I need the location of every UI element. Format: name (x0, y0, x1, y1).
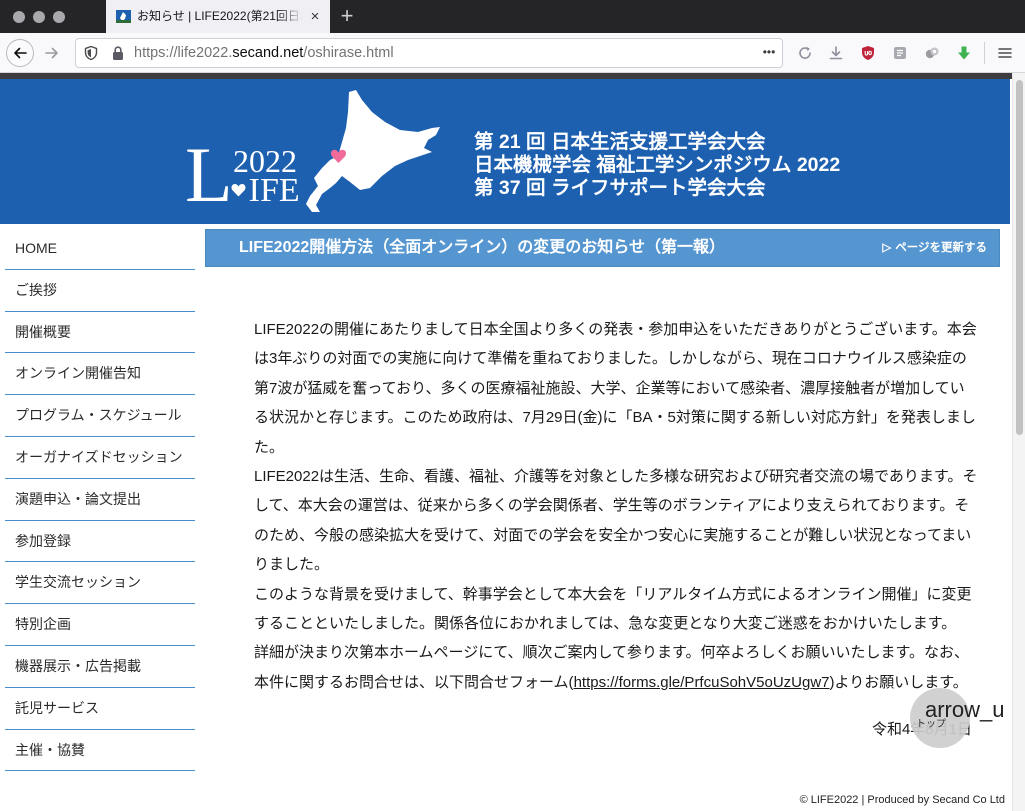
url-domain: secand.net (232, 45, 304, 61)
window-minimize-button[interactable] (33, 11, 45, 23)
conference-title-line: 第 21 回 日本生活支援工学会大会 (474, 131, 766, 153)
sidebar-item-exhibition[interactable]: 機器展示・広告掲載 (5, 646, 195, 688)
download-icon[interactable] (828, 45, 844, 61)
forward-icon[interactable] (44, 45, 60, 61)
triangle-right-icon: ▷ (882, 242, 892, 254)
sidebar-item-organized-sessions[interactable]: オーガナイズドセッション (5, 437, 195, 479)
active-tab[interactable]: お知らせ | LIFE2022(第21回日本 × (106, 0, 330, 33)
logo-heart-icon (231, 184, 246, 197)
site-favicon-icon (116, 10, 131, 23)
window-zoom-button[interactable] (53, 11, 65, 23)
page-viewport: 2022 LIFE 第 21 回 日本生活支援工学会大会 日本機械学会 福祉工学… (0, 73, 1012, 811)
sidebar-item-online-notice[interactable]: オンライン開催告知 (5, 353, 195, 396)
sidebar-item-program[interactable]: プログラム・スケジュール (5, 395, 195, 437)
page-actions-button[interactable]: ••• (757, 39, 781, 67)
sidebar-item-childcare[interactable]: 託児サービス (5, 688, 195, 730)
back-to-top-label: トップ (916, 719, 946, 730)
notice-paragraph: このような背景を受けまして、幹事学会として本大会を「リアルタイム方式によるオンラ… (254, 585, 972, 633)
new-tab-button[interactable]: + (337, 0, 357, 33)
notice-paragraph: LIFE2022は生活、生命、看護、福祉、介護等を対象とした多様な研究および研究… (254, 468, 978, 574)
url-bar[interactable]: https://life2022.secand.net/oshirase.htm… (75, 38, 783, 68)
notice-date: 令和4年8月1日 (254, 715, 978, 744)
tracking-shield-icon[interactable] (83, 45, 99, 61)
sidebar-item-submission[interactable]: 演題申込・論文提出 (5, 479, 195, 521)
lock-icon[interactable] (110, 45, 126, 61)
notice-body: LIFE2022の開催にあたりまして日本全国より多くの発表・参加申込をいただきあ… (254, 315, 978, 745)
scrollbar-thumb[interactable] (1016, 80, 1023, 435)
reader-info-icon[interactable] (892, 45, 908, 61)
sidebar-item-special-events[interactable]: 特別企画 (5, 604, 195, 646)
tab-title: お知らせ | LIFE2022(第21回日本 (137, 9, 303, 23)
notice-title-bar: LIFE2022開催方法（全面オンライン）の変更のお知らせ（第一報） ▷ ページを… (205, 229, 1000, 267)
inquiry-form-link[interactable]: https://forms.gle/PrfcuSohV5oUzUgw7 (574, 674, 830, 691)
reload-icon[interactable] (797, 45, 813, 61)
notice-paragraph: LIFE2022の開催にあたりまして日本全国より多くの発表・参加申込をいただきあ… (254, 321, 977, 456)
toolbar-separator (984, 42, 985, 64)
back-icon (14, 47, 27, 59)
conference-title-line: 第 37 回 ライフサポート学会大会 (474, 177, 766, 199)
browser-nav-bar: https://life2022.secand.net/oshirase.htm… (0, 33, 1025, 73)
refresh-page-label: ページを更新する (895, 242, 987, 254)
sidebar-item-home[interactable]: HOME (5, 228, 195, 270)
back-to-top-button[interactable]: arrow_u トップ (910, 688, 1010, 750)
conference-titles: 第 21 回 日本生活支援工学会大会 日本機械学会 福祉工学シンポジウム 202… (474, 131, 894, 200)
notice-paragraph: 詳細が決まり次第本ホームページにて、順次ご案内して参ります。何卒よろしくお願いい… (254, 638, 978, 697)
conference-title-line: 日本機械学会 福祉工学シンポジウム 2022 (474, 154, 841, 176)
sidebar-item-sponsors[interactable]: 主催・協賛 (5, 730, 195, 772)
menu-icon[interactable] (997, 45, 1013, 61)
sidebar-item-overview[interactable]: 開催概要 (5, 312, 195, 354)
hokkaido-map-icon (306, 90, 440, 212)
ublock-icon[interactable] (860, 45, 876, 61)
tab-close-icon[interactable]: × (307, 0, 323, 33)
sidebar-nav: HOME ご挨拶 開催概要 オンライン開催告知 プログラム・スケジュール オーガ… (5, 228, 195, 772)
refresh-page-link[interactable]: ▷ ページを更新する (882, 230, 987, 266)
url-text[interactable]: https://life2022.secand.net/oshirase.htm… (134, 39, 394, 67)
sidebar-item-registration[interactable]: 参加登録 (5, 521, 195, 563)
footer-copyright: © LIFE2022 | Produced by Secand Co Ltd (799, 794, 1005, 806)
page-title: LIFE2022開催方法（全面オンライン）の変更のお知らせ（第一報） (239, 239, 725, 256)
sidebar-item-student-session[interactable]: 学生交流セッション (5, 562, 195, 605)
back-button[interactable] (6, 39, 34, 67)
extension-icon[interactable] (924, 45, 940, 61)
logo-name: LIFE (185, 131, 300, 218)
green-download-icon[interactable] (956, 45, 972, 61)
browser-tab-bar: お知らせ | LIFE2022(第21回日本 × + (0, 0, 1025, 33)
page-scrollbar[interactable] (1012, 73, 1025, 811)
site-header: 2022 LIFE 第 21 回 日本生活支援工学会大会 日本機械学会 福祉工学… (0, 79, 1010, 224)
sidebar-item-greeting[interactable]: ご挨拶 (5, 270, 195, 312)
url-path: /oshirase.html (303, 45, 394, 61)
url-prefix: https://life2022. (134, 45, 233, 61)
window-close-button[interactable] (13, 11, 25, 23)
